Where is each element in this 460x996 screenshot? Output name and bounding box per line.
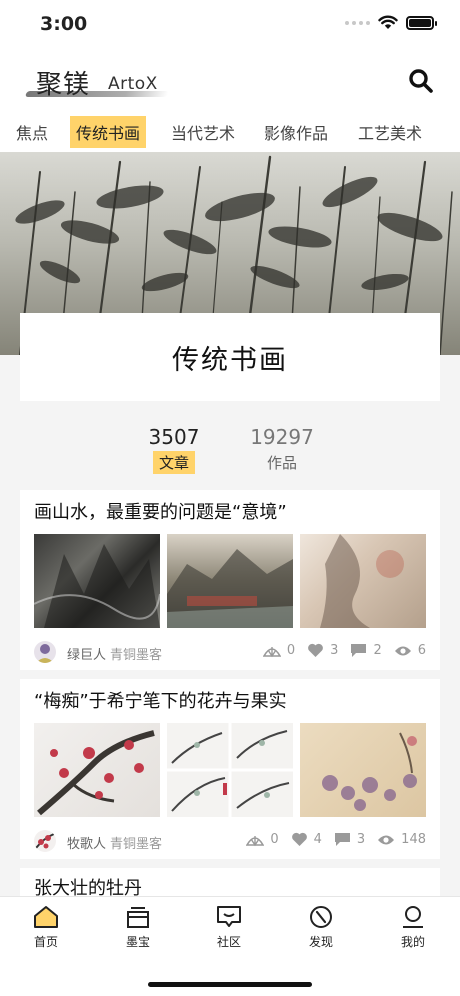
app-logo[interactable]: 聚镁 ArtoX [24, 64, 171, 100]
article-image[interactable] [300, 723, 426, 817]
tab-crafts[interactable]: 工艺美术 [352, 116, 428, 148]
like-count-value: 4 [313, 832, 322, 847]
article-counts: 0 4 3 148 [246, 832, 426, 847]
home-indicator [148, 982, 312, 987]
article-image[interactable] [167, 723, 293, 817]
share-icon [246, 835, 265, 846]
article-title[interactable]: “梅痴”于希宁笔下的花卉与果实 [34, 687, 287, 713]
view-count: 148 [377, 832, 426, 847]
article-title[interactable]: 画山水，最重要的问题是“意境” [34, 498, 287, 524]
tab-contemporary-art[interactable]: 当代艺术 [165, 116, 241, 148]
share-count-value: 0 [270, 832, 279, 847]
comment-count[interactable]: 3 [334, 832, 365, 847]
profile-icon [403, 906, 423, 928]
bottom-navigation: 首页 墨宝 社区 发现 我的 [0, 896, 460, 996]
author-rank: 青铜墨客 [110, 648, 163, 663]
like-count-value: 3 [330, 643, 339, 658]
battery-icon [406, 15, 437, 30]
logo-text-en: ArtoX [108, 74, 158, 94]
nav-community-label: 社区 [216, 935, 241, 949]
signal-icon [345, 20, 370, 25]
author-name[interactable]: 绿巨人 [67, 644, 106, 663]
nav-profile[interactable]: 我的 [383, 905, 443, 950]
stat-works-label: 作品 [266, 454, 297, 472]
wifi-icon [378, 15, 398, 29]
nav-discover[interactable]: 发现 [291, 905, 351, 950]
author-avatar[interactable] [34, 641, 56, 663]
author-avatar[interactable] [34, 830, 56, 852]
stat-articles-value: 3507 [148, 425, 200, 449]
nav-treasures-label: 墨宝 [125, 935, 150, 949]
view-count-value: 148 [401, 832, 426, 847]
tab-traditional-painting[interactable]: 传统书画 [70, 116, 147, 148]
article-card[interactable]: 画山水，最重要的问题是“意境” 绿巨人 青铜墨客 0 3 2 6 [20, 490, 440, 670]
like-count[interactable]: 4 [291, 832, 322, 847]
nav-community[interactable]: 社区 [199, 905, 259, 950]
article-image[interactable] [167, 534, 293, 628]
app-header: 聚镁 ArtoX [0, 50, 460, 108]
author-rank: 青铜墨客 [110, 837, 163, 852]
article-counts: 0 3 2 6 [262, 643, 426, 658]
comment-count-value: 2 [373, 643, 382, 658]
article-card[interactable]: 张大壮的牡丹 [20, 868, 440, 896]
comment-icon [351, 644, 367, 657]
tab-focus[interactable]: 焦点 [10, 116, 54, 148]
status-icons [345, 15, 437, 30]
author-name[interactable]: 牧歌人 [67, 833, 106, 852]
article-images [34, 723, 426, 817]
nav-home-label: 首页 [33, 935, 58, 949]
nav-profile-label: 我的 [400, 935, 425, 949]
comment-count[interactable]: 2 [350, 643, 382, 658]
compass-icon [310, 906, 332, 928]
share-icon [262, 646, 281, 657]
eye-icon [378, 835, 395, 844]
article-title[interactable]: 张大壮的牡丹 [34, 874, 142, 896]
home-icon [34, 906, 58, 928]
stat-works-value: 19297 [250, 425, 314, 449]
article-images [33, 534, 426, 628]
wallet-icon [127, 907, 149, 928]
status-time: 3:00 [40, 13, 88, 35]
share-count[interactable]: 0 [262, 643, 296, 658]
view-count-value: 6 [417, 643, 426, 658]
tab-photography[interactable]: 影像作品 [258, 116, 334, 148]
eye-icon [394, 646, 411, 655]
stat-works[interactable]: 19297 作品 [246, 425, 318, 474]
article-image[interactable] [33, 534, 161, 628]
article-meta: 牧歌人 青铜墨客 0 4 3 148 [34, 830, 426, 854]
article-meta: 绿巨人 青铜墨客 0 3 2 6 [34, 641, 426, 665]
like-count[interactable]: 3 [307, 643, 338, 658]
comment-count-value: 3 [356, 832, 366, 847]
article-card[interactable]: “梅痴”于希宁笔下的花卉与果实 牧歌人 青铜墨客 0 4 3 148 [20, 679, 440, 859]
article-image[interactable] [300, 534, 426, 628]
search-icon[interactable] [408, 68, 434, 94]
hero-title-card: 传统书画 [20, 313, 440, 401]
heart-icon [308, 643, 324, 657]
nav-home[interactable]: 首页 [16, 905, 76, 950]
nav-treasures[interactable]: 墨宝 [108, 905, 168, 950]
comment-icon [334, 833, 350, 846]
status-bar: 3:00 [0, 0, 460, 50]
share-count-value: 0 [286, 643, 296, 658]
nav-discover-label: 发现 [308, 935, 333, 949]
hero-title: 传统书画 [172, 344, 288, 376]
view-count: 6 [394, 643, 426, 658]
share-count[interactable]: 0 [246, 832, 279, 847]
stat-articles[interactable]: 3507 文章 [143, 425, 205, 474]
category-tabs: 焦点 传统书画 当代艺术 影像作品 工艺美术 [0, 108, 460, 152]
article-image[interactable] [34, 723, 160, 817]
heart-icon [291, 832, 307, 846]
logo-text-cn: 聚镁 [36, 70, 91, 100]
chat-icon [217, 906, 241, 927]
stat-articles-label: 文章 [152, 451, 195, 474]
